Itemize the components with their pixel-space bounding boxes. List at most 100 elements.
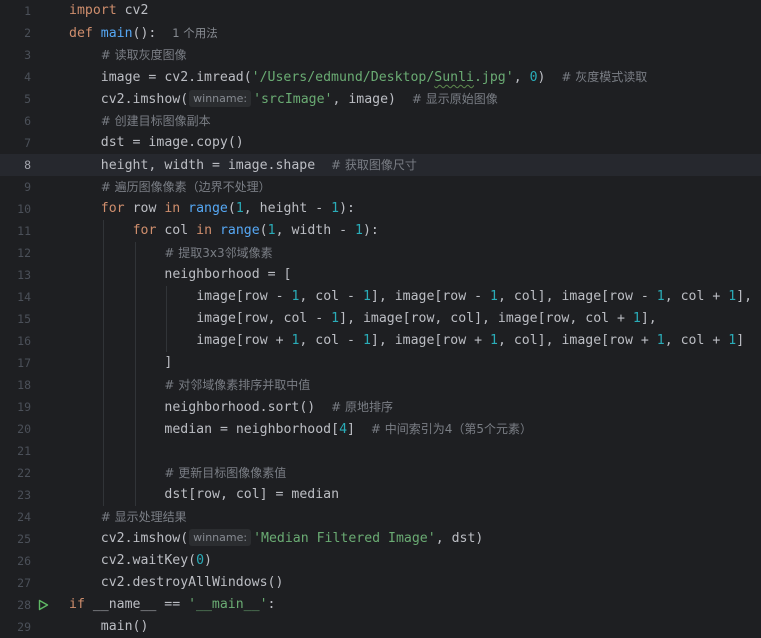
indent-guide — [102, 242, 104, 264]
code-line[interactable]: 3 # 读取灰度图像 — [0, 44, 761, 66]
code-token: image[row - — [196, 289, 292, 304]
gutter[interactable]: 23 — [0, 484, 60, 506]
code-token: ], — [640, 311, 657, 326]
gutter[interactable]: 4 — [0, 66, 60, 88]
gutter[interactable]: 27 — [0, 572, 60, 594]
code-line[interactable]: 13 neighborhood = [ — [0, 264, 761, 286]
code-line[interactable]: 17] — [0, 352, 761, 374]
code-line[interactable]: 8 height, width = image.shape # 获取图像尺寸 — [0, 154, 761, 176]
code-token: 0 — [529, 70, 538, 85]
code-line[interactable]: 28 if __name__ == '__main__': — [0, 594, 761, 616]
code-line[interactable]: 12 # 提取3x3邻域像素 — [0, 242, 761, 264]
gutter[interactable]: 17 — [0, 352, 60, 374]
gutter[interactable]: 18 — [0, 374, 60, 396]
param-hint: winname: — [189, 529, 252, 546]
code-text: # 遍历图像像素（边界不处理） — [101, 176, 271, 199]
code-token: for — [100, 201, 125, 216]
code-line[interactable]: 23 dst[row, col] = median — [0, 484, 761, 506]
code-line[interactable]: 22 # 更新目标图像像素值 — [0, 462, 761, 484]
code-line[interactable]: 20 median = neighborhood[4] # 中间索引为4（第5个元… — [0, 418, 761, 440]
gutter[interactable]: 12 — [0, 242, 60, 264]
code-text: cv2.destroyAllWindows() — [101, 572, 284, 594]
code-token: # 灰度模式读取 — [561, 70, 648, 84]
gutter[interactable]: 8 — [0, 154, 60, 176]
line-number: 12 — [17, 246, 31, 260]
code-line[interactable]: 9 # 遍历图像像素（边界不处理） — [0, 176, 761, 198]
indent-guide — [134, 352, 136, 374]
gutter[interactable]: 26 — [0, 550, 60, 572]
code-line[interactable]: 18 # 对邻域像素排序并取中值 — [0, 374, 761, 396]
gutter[interactable]: 20 — [0, 418, 60, 440]
typo-highlight: Sunli — [434, 70, 474, 85]
code-text: cv2.waitKey(0) — [101, 550, 212, 572]
code-line[interactable]: 6 # 创建目标图像副本 — [0, 110, 761, 132]
gutter[interactable]: 1 — [0, 0, 60, 22]
code-line[interactable]: 25 cv2.imshow(winname: 'Median Filtered Im… — [0, 528, 761, 550]
code-line[interactable]: 16 image[row + 1, col - 1], image[row + 1… — [0, 330, 761, 352]
code-text: image = cv2.imread('/Users/edmund/Deskto… — [101, 66, 647, 89]
code-line[interactable]: 21 — [0, 440, 761, 462]
code-token: ], image[row + — [370, 333, 490, 348]
gutter[interactable]: 13 — [0, 264, 60, 286]
code-line[interactable]: 10 for row in range(1, height - 1): — [0, 198, 761, 220]
gutter[interactable]: 3 — [0, 44, 60, 66]
gutter[interactable]: 7 — [0, 132, 60, 154]
gutter[interactable]: 22 — [0, 462, 60, 484]
line-number: 10 — [17, 202, 31, 216]
code-token: : — [267, 597, 276, 612]
line-number: 28 — [17, 598, 31, 612]
line-number: 7 — [24, 136, 31, 150]
gutter[interactable]: 5 — [0, 88, 60, 110]
code-token: dst[row, col] = median — [164, 487, 340, 502]
gutter[interactable]: 24 — [0, 506, 60, 528]
gutter[interactable]: 11 — [0, 220, 60, 242]
code-editor[interactable]: 1 import cv2 2 def main(): 1 个用法 3 # 读取灰度图像 4 i… — [0, 0, 761, 638]
gutter[interactable]: 6 — [0, 110, 60, 132]
code-line[interactable]: 1 import cv2 — [0, 0, 761, 22]
line-number: 3 — [24, 48, 31, 62]
line-number: 14 — [17, 290, 31, 304]
code-line[interactable]: 14 image[row - 1, col - 1], image[row - 1… — [0, 286, 761, 308]
usage-hint[interactable]: 1 个用法 — [172, 26, 217, 40]
indent-guide — [102, 440, 104, 462]
gutter[interactable]: 16 — [0, 330, 60, 352]
code-text: neighborhood.sort() # 原地排序 — [164, 396, 393, 419]
code-line[interactable]: 11 for col in range(1, width - 1): — [0, 220, 761, 242]
indent-guide — [134, 264, 136, 286]
gutter[interactable]: 19 — [0, 396, 60, 418]
code-line[interactable]: 27 cv2.destroyAllWindows() — [0, 572, 761, 594]
code-line[interactable]: 15 image[row, col - 1], image[row, col], … — [0, 308, 761, 330]
code-line[interactable]: 19 neighborhood.sort() # 原地排序 — [0, 396, 761, 418]
code-line[interactable]: 5 cv2.imshow(winname:'srcImage', image) #… — [0, 88, 761, 110]
gutter[interactable]: 2 — [0, 22, 60, 44]
code-token: ], — [736, 289, 753, 304]
gutter[interactable]: 15 — [0, 308, 60, 330]
gutter[interactable]: 9 — [0, 176, 60, 198]
code-token: 1 — [490, 289, 498, 304]
gutter[interactable]: 28 — [0, 594, 60, 616]
run-icon[interactable] — [37, 599, 49, 611]
code-token: 4 — [339, 422, 348, 437]
code-line[interactable]: 2 def main(): 1 个用法 — [0, 22, 761, 44]
code-line[interactable]: 24 # 显示处理结果 — [0, 506, 761, 528]
code-token: in — [164, 201, 181, 216]
line-number: 4 — [24, 70, 31, 84]
gutter[interactable]: 10 — [0, 198, 60, 220]
gutter[interactable]: 29 — [0, 616, 60, 638]
gutter[interactable]: 25 — [0, 528, 60, 550]
code-token: main — [100, 26, 133, 41]
code-line[interactable]: 29 main() — [0, 616, 761, 638]
code-token: ( — [259, 223, 268, 238]
code-token: ( — [227, 201, 236, 216]
code-line[interactable]: 4 image = cv2.imread('/Users/edmund/Deskt… — [0, 66, 761, 88]
code-token: 1 — [235, 201, 244, 216]
code-text: image[row + 1, col - 1], image[row + 1, … — [196, 330, 744, 352]
code-token: 1 — [331, 311, 340, 326]
code-line[interactable]: 7 dst = image.copy() — [0, 132, 761, 154]
code-text: for col in range(1, width - 1): — [133, 220, 379, 242]
gutter[interactable]: 14 — [0, 286, 60, 308]
code-text: for row in range(1, height - 1): — [101, 198, 355, 220]
code-line[interactable]: 26 cv2.waitKey(0) — [0, 550, 761, 572]
code-text: neighborhood = [ — [164, 264, 291, 286]
gutter[interactable]: 21 — [0, 440, 60, 462]
